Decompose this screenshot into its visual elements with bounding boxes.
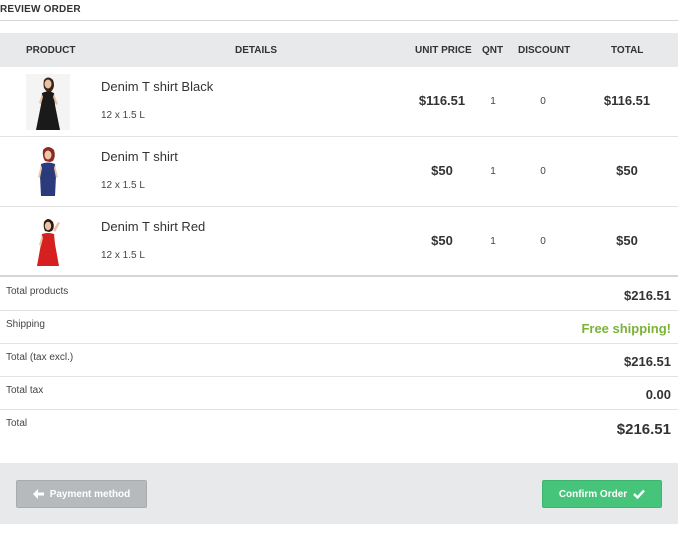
header-qnt: QNT <box>482 45 504 56</box>
product-name[interactable]: Denim T shirt Black <box>101 79 213 94</box>
product-image[interactable] <box>26 74 70 130</box>
product-unit-price: $50 <box>431 163 453 178</box>
shipping-value: Free shipping! <box>581 321 671 336</box>
product-qnt: 1 <box>490 96 496 107</box>
product-discount: 0 <box>540 236 546 247</box>
product-name[interactable]: Denim T shirt <box>101 149 178 164</box>
product-size: 12 x 1.5 L <box>101 180 145 191</box>
table-row: Denim T shirt Black 12 x 1.5 L $116.51 1… <box>0 67 678 137</box>
product-total: $116.51 <box>603 93 651 108</box>
header-product: PRODUCT <box>26 45 76 56</box>
table-row: Denim T shirt Red 12 x 1.5 L $50 1 0 $50 <box>0 207 678 277</box>
header-details: DETAILS <box>235 45 278 56</box>
product-name[interactable]: Denim T shirt Red <box>101 219 205 234</box>
product-total: $50 <box>616 233 638 248</box>
summary-label: Total products <box>6 286 69 297</box>
summary-value: $216.51 <box>624 288 671 303</box>
product-size: 12 x 1.5 L <box>101 110 145 121</box>
summary-label: Total (tax excl.) <box>6 352 74 363</box>
header-unit-price: UNIT PRICE <box>415 45 472 56</box>
product-qnt: 1 <box>490 166 496 177</box>
product-total: $50 <box>616 163 638 178</box>
table-header: PRODUCT DETAILS UNIT PRICE QNT DISCOUNT … <box>0 33 678 67</box>
summary-total-tax-excl: Total (tax excl.) $216.51 <box>0 344 678 377</box>
summary-value: $216.51 <box>624 354 671 369</box>
summary-shipping: Shipping Free shipping! <box>0 311 678 344</box>
summary-label: Shipping <box>6 319 45 330</box>
product-unit-price: $50 <box>431 233 453 248</box>
summary-value: 0.00 <box>645 387 671 402</box>
confirm-order-button[interactable]: Confirm Order <box>542 480 662 508</box>
product-qnt: 1 <box>490 236 496 247</box>
product-image[interactable] <box>26 144 70 200</box>
action-bar: Payment method Confirm Order <box>0 463 678 524</box>
header-total: TOTAL <box>611 45 644 56</box>
payment-method-button[interactable]: Payment method <box>16 480 147 508</box>
product-size: 12 x 1.5 L <box>101 250 145 261</box>
confirm-order-label: Confirm Order <box>558 488 628 500</box>
summary-total-tax: Total tax 0.00 <box>0 377 678 410</box>
summary-total-products: Total products $216.51 <box>0 278 678 311</box>
summary-total: Total $216.51 <box>0 410 678 463</box>
product-unit-price: $116.51 <box>418 93 466 108</box>
header-discount: DISCOUNT <box>518 45 571 56</box>
product-discount: 0 <box>540 96 546 107</box>
section-title: REVIEW ORDER <box>0 0 678 21</box>
check-icon <box>633 489 646 499</box>
product-discount: 0 <box>540 166 546 177</box>
payment-method-label: Payment method <box>49 488 131 500</box>
summary-label: Total <box>6 418 28 429</box>
arrow-left-icon <box>32 489 44 499</box>
summary-label: Total tax <box>6 385 44 396</box>
table-row: Denim T shirt 12 x 1.5 L $50 1 0 $50 <box>0 137 678 207</box>
grand-total-value: $216.51 <box>616 421 671 438</box>
product-image[interactable] <box>26 214 70 270</box>
